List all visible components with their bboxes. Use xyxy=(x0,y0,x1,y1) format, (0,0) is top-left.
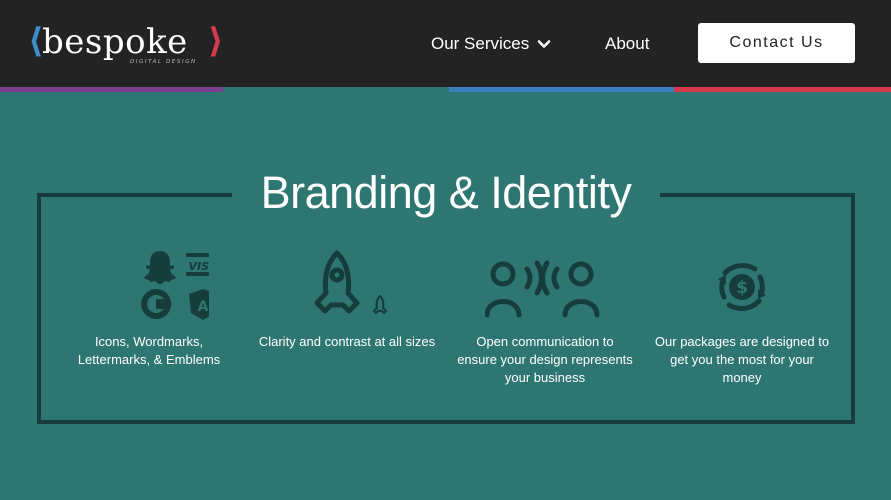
visa-logo-icon: VISA xyxy=(188,260,209,273)
feature-open-communication: Open communication to ensure your design… xyxy=(450,245,640,395)
feature-packages-money: $ Our packages are designed to get you t… xyxy=(647,245,837,395)
logo-right-bracket: ⟩ xyxy=(208,21,224,61)
chevron-down-icon xyxy=(537,40,551,48)
google-logo-icon xyxy=(141,289,172,319)
brand-logos-icon: VISA A xyxy=(141,251,209,320)
visa-bar-bottom xyxy=(186,272,209,276)
money-cycle-icon: $ xyxy=(718,263,766,311)
accent-stripe-teal xyxy=(223,87,449,92)
accent-stripe-red xyxy=(674,87,891,92)
caption-line: get you the most for your xyxy=(670,352,814,367)
logo-tagline: DIGITAL DESIGN xyxy=(130,59,197,65)
feature-caption: Our packages are designed to get you the… xyxy=(647,333,837,387)
feature-icons-wordmarks: VISA A Icons, Wordmarks, Lettermarks, & … xyxy=(54,245,244,395)
caption-line: Clarity and contrast at all sizes xyxy=(258,334,436,349)
feature-caption: Open communication to ensure your design… xyxy=(450,333,640,387)
caption-line: Open communication to xyxy=(476,334,614,349)
nav-our-services-label: Our Services xyxy=(431,34,530,53)
logo-wordmark: bespoke xyxy=(42,22,188,62)
feature-clarity-contrast: Clarity and contrast at all sizes xyxy=(252,245,442,395)
snapchat-logo-icon xyxy=(144,251,176,284)
contact-us-button[interactable]: Contact Us xyxy=(698,23,855,63)
accent-stripe-blue xyxy=(449,87,674,92)
feature-caption: Clarity and contrast at all sizes xyxy=(252,333,442,351)
nav-about[interactable]: About xyxy=(605,33,649,55)
caption-line: money xyxy=(722,370,762,385)
caption-line: Icons, Wordmarks, xyxy=(94,334,204,349)
caption-line: Our packages are designed to xyxy=(654,334,830,349)
site-header: ⟨ bespoke ⟩ DIGITAL DESIGN Our Services … xyxy=(0,0,891,87)
caption-line: ensure your design represents xyxy=(457,352,633,367)
dollar-sign: $ xyxy=(736,278,748,298)
caption-line: your business xyxy=(504,370,586,385)
bespoke-logo[interactable]: ⟨ bespoke ⟩ DIGITAL DESIGN xyxy=(28,22,228,68)
feature-caption: Icons, Wordmarks, Lettermarks, & Emblems xyxy=(54,333,244,369)
angular-letter: A xyxy=(198,299,209,315)
rocket-icon xyxy=(314,250,387,314)
accent-stripe-purple xyxy=(0,87,223,92)
communication-icon xyxy=(485,260,600,318)
section-title: Branding & Identity xyxy=(232,162,660,224)
visa-bar-top xyxy=(186,253,209,257)
nav-our-services[interactable]: Our Services xyxy=(431,33,551,55)
caption-line: Lettermarks, & Emblems xyxy=(77,352,221,367)
small-rocket-icon xyxy=(373,295,387,314)
